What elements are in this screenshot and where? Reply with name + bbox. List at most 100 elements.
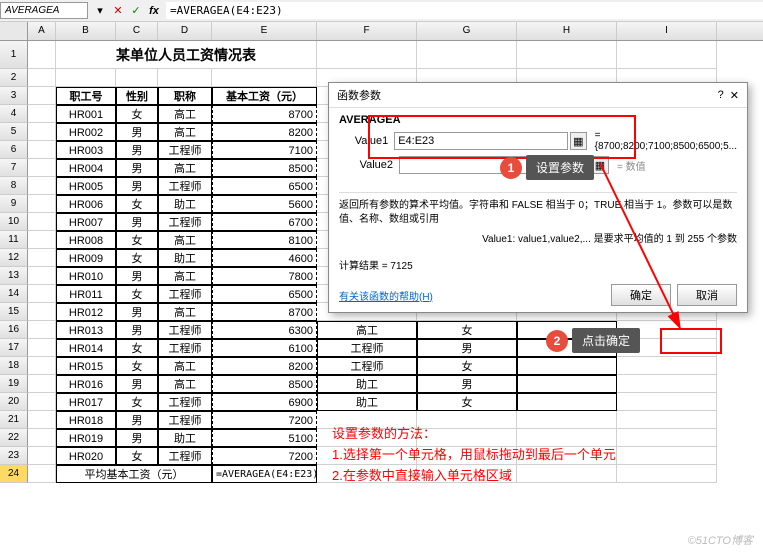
cell[interactable]: 工程师 — [158, 393, 212, 411]
row-header-11[interactable]: 11 — [0, 231, 28, 249]
cell[interactable] — [617, 429, 717, 447]
title-cell[interactable]: 某单位人员工资情况表 — [56, 41, 317, 69]
cell[interactable] — [517, 393, 617, 411]
cell[interactable]: 7800 — [212, 267, 317, 285]
cell[interactable]: HR017 — [56, 393, 116, 411]
cell[interactable]: 男 — [116, 375, 158, 393]
cell[interactable] — [28, 177, 56, 195]
cell[interactable]: 高工 — [158, 159, 212, 177]
row-header-1[interactable]: 1 — [0, 41, 28, 69]
cell[interactable]: HR014 — [56, 339, 116, 357]
cancel-icon[interactable]: ✕ — [110, 3, 126, 19]
cell[interactable]: 高工 — [158, 123, 212, 141]
footer-formula-cell[interactable]: =AVERAGEA(E4:E23) — [212, 465, 317, 483]
cell[interactable] — [517, 41, 617, 69]
table-header[interactable]: 职工号 — [56, 87, 116, 105]
cell[interactable]: 8100 — [212, 231, 317, 249]
cell[interactable]: 6700 — [212, 213, 317, 231]
row-header-12[interactable]: 12 — [0, 249, 28, 267]
cell[interactable] — [28, 393, 56, 411]
cell[interactable] — [28, 105, 56, 123]
select-all-corner[interactable] — [0, 22, 28, 40]
cell[interactable] — [617, 411, 717, 429]
cell[interactable] — [28, 357, 56, 375]
cell[interactable] — [28, 375, 56, 393]
col-header-C[interactable]: C — [116, 22, 158, 40]
cell[interactable]: HR019 — [56, 429, 116, 447]
cell[interactable] — [28, 465, 56, 483]
cell[interactable]: 高工 — [158, 231, 212, 249]
cell[interactable]: HR005 — [56, 177, 116, 195]
confirm-icon[interactable]: ✓ — [128, 3, 144, 19]
cell[interactable] — [28, 249, 56, 267]
row-header-22[interactable]: 22 — [0, 429, 28, 447]
col-header-D[interactable]: D — [158, 22, 212, 40]
cell[interactable]: 女 — [116, 231, 158, 249]
cell[interactable]: 女 — [116, 285, 158, 303]
row-header-4[interactable]: 4 — [0, 105, 28, 123]
cell[interactable]: 6300 — [212, 321, 317, 339]
cell[interactable]: HR018 — [56, 411, 116, 429]
cell[interactable] — [56, 69, 116, 87]
cell[interactable]: HR004 — [56, 159, 116, 177]
cell[interactable]: 8200 — [212, 357, 317, 375]
cell[interactable]: 男 — [116, 321, 158, 339]
cell[interactable]: 男 — [116, 267, 158, 285]
cell[interactable]: HR016 — [56, 375, 116, 393]
cell[interactable]: 工程师 — [317, 339, 417, 357]
cell[interactable]: 男 — [116, 429, 158, 447]
cell[interactable] — [28, 213, 56, 231]
row-header-24[interactable]: 24 — [0, 465, 28, 483]
cell[interactable]: HR015 — [56, 357, 116, 375]
cell[interactable] — [28, 321, 56, 339]
cell[interactable]: 助工 — [317, 393, 417, 411]
cell[interactable]: 工程师 — [158, 411, 212, 429]
cell[interactable] — [158, 69, 212, 87]
cell[interactable]: 5600 — [212, 195, 317, 213]
cell[interactable] — [28, 87, 56, 105]
row-header-23[interactable]: 23 — [0, 447, 28, 465]
cell[interactable]: HR008 — [56, 231, 116, 249]
cell[interactable]: 助工 — [158, 195, 212, 213]
cell[interactable]: 工程师 — [158, 339, 212, 357]
ok-button[interactable]: 确定 — [611, 284, 671, 306]
cell[interactable]: 工程师 — [158, 447, 212, 465]
row-header-14[interactable]: 14 — [0, 285, 28, 303]
cell[interactable]: HR002 — [56, 123, 116, 141]
cell[interactable] — [28, 123, 56, 141]
cell[interactable] — [28, 69, 56, 87]
cell[interactable] — [28, 411, 56, 429]
cancel-button[interactable]: 取消 — [677, 284, 737, 306]
table-header[interactable]: 基本工资（元） — [212, 87, 317, 105]
formula-input[interactable]: =AVERAGEA(E4:E23) — [166, 2, 763, 19]
cell[interactable]: 助工 — [158, 249, 212, 267]
cell[interactable]: 男 — [116, 213, 158, 231]
cell[interactable] — [517, 357, 617, 375]
col-header-A[interactable]: A — [28, 22, 56, 40]
cell[interactable]: HR003 — [56, 141, 116, 159]
cell[interactable]: 8500 — [212, 159, 317, 177]
cell[interactable]: 高工 — [158, 105, 212, 123]
cell[interactable]: 8200 — [212, 123, 317, 141]
footer-label[interactable]: 平均基本工资（元） — [56, 465, 212, 483]
cell[interactable]: 高工 — [158, 267, 212, 285]
cell[interactable] — [28, 447, 56, 465]
cell[interactable]: 助工 — [317, 375, 417, 393]
cell[interactable]: 女 — [116, 195, 158, 213]
cell[interactable]: 男 — [116, 123, 158, 141]
cell[interactable] — [28, 267, 56, 285]
row-header-5[interactable]: 5 — [0, 123, 28, 141]
table-header[interactable]: 性别 — [116, 87, 158, 105]
row-header-17[interactable]: 17 — [0, 339, 28, 357]
cell[interactable]: HR020 — [56, 447, 116, 465]
cell[interactable]: 男 — [116, 159, 158, 177]
cell[interactable]: 工程师 — [158, 177, 212, 195]
cell[interactable] — [617, 447, 717, 465]
cell[interactable] — [28, 41, 56, 69]
cell[interactable]: 女 — [116, 393, 158, 411]
row-header-7[interactable]: 7 — [0, 159, 28, 177]
cell[interactable]: 7200 — [212, 447, 317, 465]
cell[interactable]: HR012 — [56, 303, 116, 321]
name-box[interactable]: AVERAGEA — [0, 2, 88, 19]
cell[interactable] — [28, 429, 56, 447]
